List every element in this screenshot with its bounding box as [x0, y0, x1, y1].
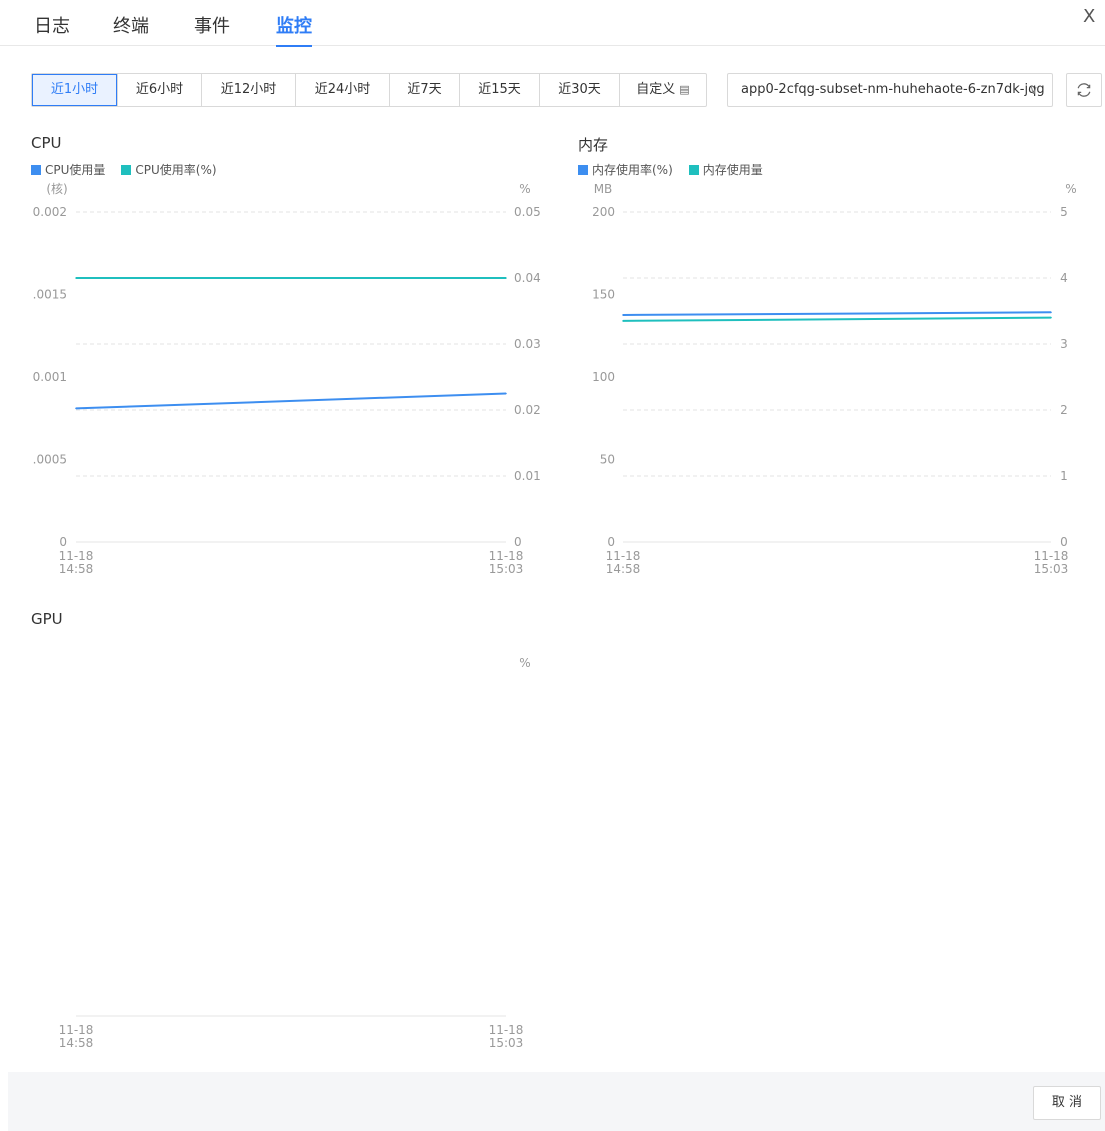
tab-events[interactable]: 事件	[194, 12, 230, 38]
left-tick-label: .0005	[33, 453, 67, 467]
x-tick-time: 15:03	[489, 562, 524, 576]
right-tick-label: 0.01	[514, 469, 541, 483]
x-tick-date: 11-18	[59, 549, 94, 563]
left-tick-label: 50	[600, 453, 615, 467]
close-icon[interactable]: X	[1083, 6, 1095, 27]
x-tick-time: 15:03	[489, 1036, 524, 1050]
left-axis-unit: MB	[594, 182, 613, 196]
legend-swatch	[578, 164, 588, 175]
cancel-button[interactable]: 取 消	[1033, 1086, 1101, 1120]
right-axis-unit: %	[519, 656, 530, 670]
cpu-chart-title: CPU	[31, 134, 62, 152]
range-24h-button[interactable]: 近24小时	[296, 74, 390, 106]
x-tick-date: 11-18	[606, 549, 641, 563]
refresh-icon	[1077, 83, 1091, 97]
legend-swatch	[31, 164, 41, 175]
range-custom-button[interactable]: 自定义 ▤	[620, 74, 706, 106]
footer-bar	[8, 1072, 1105, 1131]
data-point	[505, 277, 507, 279]
legend-swatch	[121, 164, 132, 175]
series-line	[622, 316, 1052, 322]
range-6h-button[interactable]: 近6小时	[118, 74, 202, 106]
refresh-button[interactable]	[1066, 73, 1102, 107]
right-axis-unit: %	[519, 182, 530, 196]
range-1h-button[interactable]: 近1小时	[32, 74, 118, 106]
gpu-chart: %11-1814:5811-1815:03	[59, 656, 531, 1050]
left-tick-label: .0015	[33, 288, 67, 302]
x-tick-date: 11-18	[489, 1023, 524, 1037]
data-point	[622, 320, 624, 322]
right-tick-label: 3	[1060, 337, 1068, 351]
right-tick-label: 5	[1060, 205, 1068, 219]
right-tick-label: 1	[1060, 469, 1068, 483]
right-tick-label: 0.04	[514, 271, 541, 285]
tab-bar: 日志 终端 事件 监控	[0, 0, 1105, 47]
data-point	[1050, 311, 1052, 314]
left-tick-label: 0.002	[33, 205, 67, 219]
range-15d-button[interactable]: 近15天	[460, 74, 540, 106]
left-axis-unit: (核)	[46, 182, 67, 196]
tab-logs[interactable]: 日志	[34, 12, 70, 38]
data-point	[75, 277, 77, 279]
x-tick-time: 14:58	[59, 1036, 94, 1050]
left-tick-label: 150	[592, 288, 615, 302]
range-7d-button[interactable]: 近7天	[390, 74, 460, 106]
data-point	[505, 392, 507, 395]
left-tick-label: 0.001	[33, 370, 67, 384]
data-point	[1050, 316, 1052, 319]
right-tick-label: 0.05	[514, 205, 541, 219]
left-tick-label: 0	[607, 535, 615, 549]
series-line	[75, 392, 507, 410]
calendar-icon: ▤	[679, 83, 690, 96]
pod-select[interactable]: app0-2cfqg-subset-nm-huhehaote-6-zn7dk-j…	[727, 73, 1053, 107]
x-tick-date: 11-18	[59, 1023, 94, 1037]
range-12h-button[interactable]: 近12小时	[202, 74, 296, 106]
right-axis-unit: %	[1065, 182, 1076, 196]
x-tick-time: 15:03	[1034, 562, 1069, 576]
tab-monitor[interactable]: 监控	[276, 12, 312, 47]
legend-swatch	[688, 164, 699, 175]
x-tick-date: 11-18	[489, 549, 524, 563]
left-tick-label: 0	[59, 535, 67, 549]
right-tick-label: 0	[1060, 535, 1068, 549]
range-custom-label: 自定义	[636, 82, 676, 97]
x-tick-time: 14:58	[606, 562, 641, 576]
right-tick-label: 4	[1060, 271, 1068, 285]
left-tick-label: 200	[592, 205, 615, 219]
right-tick-label: 0.03	[514, 337, 541, 351]
gpu-chart-title: GPU	[31, 610, 63, 628]
tab-terminal[interactable]: 终端	[113, 12, 149, 38]
right-tick-label: 2	[1060, 403, 1068, 417]
series-line	[622, 311, 1052, 316]
data-point	[75, 407, 77, 410]
right-tick-label: 0	[514, 535, 522, 549]
right-tick-label: 0.02	[514, 403, 541, 417]
cpu-chart: (核) % 0 0.01 0.02 0.03 0.04 0.05 0 .0005 0.001 .001…	[33, 182, 541, 576]
data-point	[622, 314, 624, 316]
time-range-group: 近1小时 近6小时 近12小时 近24小时 近7天 近15天 近30天 自定义 ▤	[31, 73, 707, 107]
range-30d-button[interactable]: 近30天	[540, 74, 620, 106]
x-tick-time: 14:58	[59, 562, 94, 576]
memory-chart: MB %01234505010015020011-1814:5811-1815:0…	[592, 182, 1077, 576]
pod-select-value: app0-2cfqg-subset-nm-huhehaote-6-zn7dk-j…	[741, 82, 1045, 97]
x-tick-date: 11-18	[1034, 549, 1069, 563]
left-tick-label: 100	[592, 370, 615, 384]
chevron-down-icon: ∨	[1029, 83, 1038, 97]
memory-chart-title: 内存	[578, 136, 609, 154]
